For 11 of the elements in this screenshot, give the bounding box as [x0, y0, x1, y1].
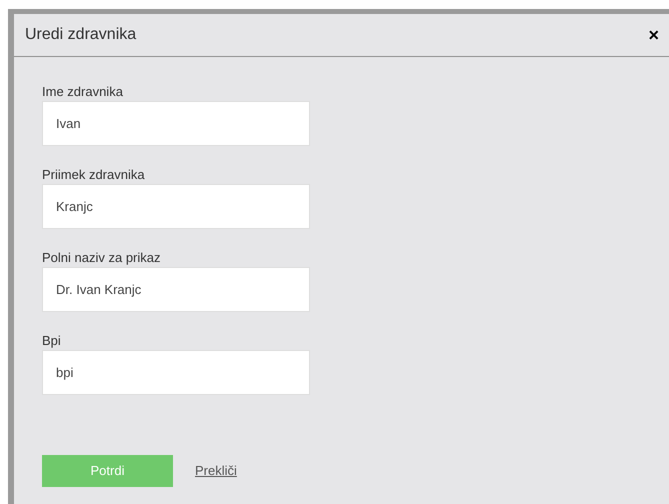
field-label: Bpi — [42, 332, 62, 350]
dialog-title: Uredi zdravnika — [25, 25, 136, 45]
input-field[interactable]: Kranjc — [42, 184, 310, 229]
close-button[interactable]: × — [648, 26, 659, 44]
cancel-link[interactable]: Prekliči — [195, 461, 237, 481]
field-label: Polni naziv za prikaz — [42, 249, 162, 267]
input-field[interactable]: Ivan — [42, 101, 310, 146]
input-field[interactable]: Dr. Ivan Kranjc — [42, 267, 310, 312]
input-field[interactable]: bpi — [42, 350, 310, 395]
field-label: Ime zdravnika — [42, 83, 124, 101]
field-label: Priimek zdravnika — [42, 166, 146, 184]
